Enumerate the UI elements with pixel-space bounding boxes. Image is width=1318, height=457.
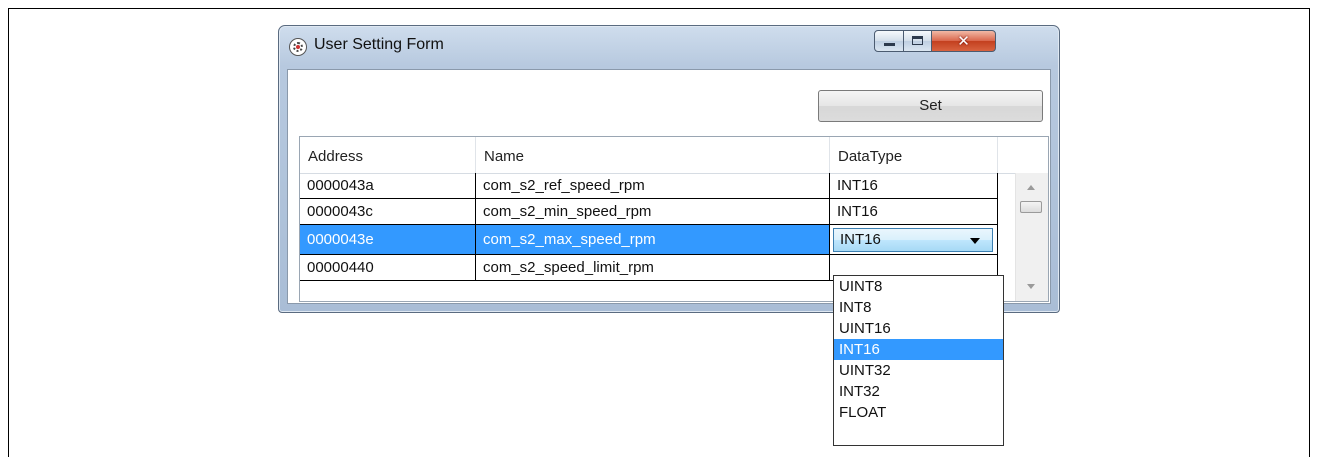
cell-name[interactable]: com_s2_max_speed_rpm <box>476 225 830 255</box>
minimize-button[interactable] <box>874 30 904 52</box>
cell-name[interactable]: com_s2_min_speed_rpm <box>476 199 830 225</box>
cell-name[interactable]: com_s2_ref_speed_rpm <box>476 173 830 199</box>
grid-header: Address Name DataType <box>300 137 1016 174</box>
window-title: User Setting Form <box>314 36 444 53</box>
table-row[interactable]: 0000043a com_s2_ref_speed_rpm INT16 <box>300 173 1016 199</box>
datatype-dropdown-list: UINT8 INT8 UINT16 INT16 UINT32 INT32 FLO… <box>833 275 1004 446</box>
dropdown-option[interactable]: UINT8 <box>834 276 1003 297</box>
table-row-selected[interactable]: 0000043e com_s2_max_speed_rpm INT16 <box>300 225 1016 255</box>
dropdown-option-highlighted[interactable]: INT16 <box>834 339 1003 360</box>
datatype-combobox[interactable]: INT16 <box>833 228 993 252</box>
cell-address[interactable]: 0000043c <box>300 199 476 225</box>
cell-address[interactable]: 0000043a <box>300 173 476 199</box>
scroll-down-icon[interactable] <box>1027 284 1035 289</box>
cell-address[interactable]: 00000440 <box>300 255 476 281</box>
cell-datatype-editor: INT16 <box>830 225 998 255</box>
user-setting-form-window: User Setting Form ✕ Set Address Name Dat… <box>278 25 1060 313</box>
dropdown-option[interactable]: UINT32 <box>834 360 1003 381</box>
form-client-area: Set Address Name DataType 0000043a com_s… <box>287 69 1051 304</box>
dropdown-option[interactable]: UINT16 <box>834 318 1003 339</box>
combobox-value: INT16 <box>840 231 881 248</box>
dropdown-option[interactable]: INT32 <box>834 381 1003 402</box>
minimize-icon <box>884 43 895 46</box>
dropdown-option[interactable]: FLOAT <box>834 402 1003 423</box>
scroll-up-icon[interactable] <box>1027 185 1035 190</box>
vertical-scrollbar[interactable] <box>1015 173 1048 301</box>
column-header-name[interactable]: Name <box>476 137 830 173</box>
cell-name[interactable]: com_s2_speed_limit_rpm <box>476 255 830 281</box>
table-row[interactable]: 0000043c com_s2_min_speed_rpm INT16 <box>300 199 1016 225</box>
set-button[interactable]: Set <box>818 90 1043 122</box>
scroll-thumb[interactable] <box>1020 201 1042 213</box>
column-header-address[interactable]: Address <box>300 137 476 173</box>
title-bar[interactable]: User Setting Form ✕ <box>279 26 1059 68</box>
maximize-button[interactable] <box>903 30 932 52</box>
column-header-datatype[interactable]: DataType <box>830 137 998 173</box>
cell-address[interactable]: 0000043e <box>300 225 476 255</box>
app-icon[interactable] <box>289 38 307 56</box>
close-button[interactable]: ✕ <box>931 30 996 52</box>
cell-datatype[interactable]: INT16 <box>830 199 998 225</box>
cell-datatype[interactable]: INT16 <box>830 173 998 199</box>
chevron-down-icon[interactable] <box>970 238 980 244</box>
close-icon: ✕ <box>957 32 970 50</box>
dropdown-option[interactable]: INT8 <box>834 297 1003 318</box>
maximize-icon <box>912 36 923 45</box>
